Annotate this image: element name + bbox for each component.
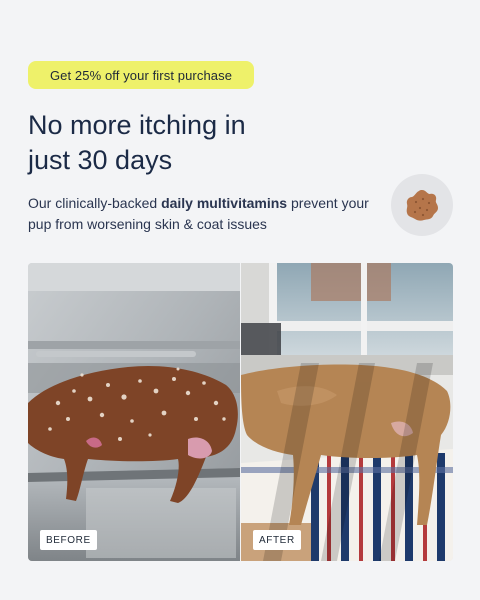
product-badge: [391, 174, 453, 236]
before-photo: BEFORE: [28, 263, 240, 561]
subcopy-part-1: Our clinically-backed: [28, 195, 162, 211]
after-photo: AFTER: [241, 263, 453, 561]
headline-line-1: No more itching in: [28, 110, 246, 140]
promo-banner[interactable]: Get 25% off your first purchase: [28, 61, 254, 89]
after-photo-illustration: [241, 263, 453, 561]
before-label: BEFORE: [40, 530, 97, 550]
headline: No more itching in just 30 days: [28, 108, 448, 178]
subcopy-highlight: daily multivitamins: [161, 195, 288, 211]
before-after-photos: BEFORE AFTER: [28, 263, 453, 561]
paw-shaped-chew-icon: [406, 190, 438, 221]
promo-label: Get 25% off your first purchase: [49, 67, 233, 83]
headline-line-2: just 30 days: [28, 145, 173, 175]
before-photo-illustration: [28, 263, 240, 561]
subcopy: Our clinically-backed daily multivitamin…: [28, 193, 378, 235]
after-label: AFTER: [253, 530, 301, 550]
